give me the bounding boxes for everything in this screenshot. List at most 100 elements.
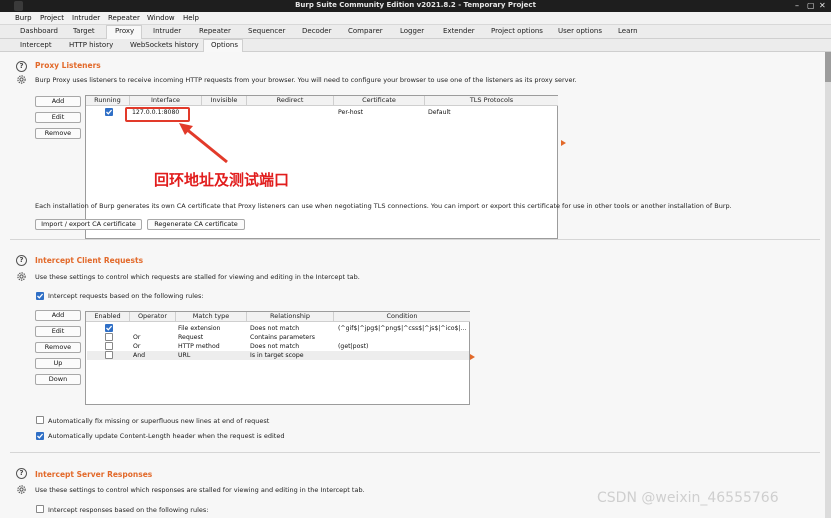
expand-arrow-icon[interactable] — [561, 140, 566, 146]
col-condition[interactable]: Condition — [334, 312, 470, 322]
regenerate-ca-button[interactable]: Regenerate CA certificate — [147, 219, 245, 230]
subtab-websockets-history[interactable]: WebSockets history — [130, 41, 199, 49]
section-title-intercept-client: Intercept Client Requests — [35, 256, 144, 265]
minimize-icon[interactable]: – — [795, 1, 799, 10]
menu-burp[interactable]: Burp — [15, 14, 32, 22]
fix-newlines-label: Automatically fix missing or superfluous… — [48, 417, 270, 425]
move-up-button[interactable]: Up — [35, 358, 81, 369]
maximize-icon[interactable]: ▢ — [807, 1, 815, 10]
remove-listener-button[interactable]: Remove — [35, 128, 81, 139]
help-icon[interactable]: ? — [16, 255, 27, 266]
rule-match-type: File extension — [178, 325, 221, 332]
section-divider — [10, 239, 820, 240]
rule-relationship: Contains parameters — [250, 334, 315, 341]
rule-enabled-checkbox[interactable] — [105, 342, 113, 350]
rule-relationship: Does not match — [250, 343, 300, 350]
col-operator[interactable]: Operator — [130, 312, 176, 322]
main-tab-bar: Dashboard Target Proxy Intruder Repeater… — [0, 25, 831, 39]
rule-operator: Or — [133, 334, 141, 341]
menu-bar: Burp Project Intruder Repeater Window He… — [0, 12, 831, 25]
edit-listener-button[interactable]: Edit — [35, 112, 81, 123]
tab-dashboard[interactable]: Dashboard — [20, 27, 58, 35]
expand-arrow-icon[interactable] — [470, 354, 475, 360]
rule-condition: (get|post) — [338, 343, 369, 350]
options-content: ? Proxy Listeners Burp Proxy uses listen… — [0, 52, 825, 518]
menu-project[interactable]: Project — [40, 14, 64, 22]
annotation-arrow-icon — [179, 123, 228, 164]
tab-logger[interactable]: Logger — [400, 27, 424, 35]
fix-newlines-checkbox[interactable] — [36, 416, 44, 424]
edit-rule-button[interactable]: Edit — [35, 326, 81, 337]
tab-extender[interactable]: Extender — [443, 27, 475, 35]
rule-condition: (^gif$|^jpg$|^png$|^css$|^js$|^ico$|... — [338, 325, 467, 332]
annotation-text: 回环地址及测试端口 — [154, 171, 290, 189]
intercept-rules-table: Enabled Operator Match type Relationship… — [85, 311, 470, 405]
col-interface[interactable]: Interface — [130, 96, 202, 106]
add-rule-button[interactable]: Add — [35, 310, 81, 321]
subtab-http-history[interactable]: HTTP history — [69, 41, 113, 49]
intercept-client-description: Use these settings to control which requ… — [35, 273, 360, 281]
intercept-responses-checkbox[interactable] — [36, 505, 44, 513]
move-down-button[interactable]: Down — [35, 374, 81, 385]
help-icon[interactable]: ? — [16, 468, 27, 479]
update-content-length-checkbox[interactable] — [36, 432, 44, 440]
running-checkbox[interactable] — [105, 108, 113, 116]
gear-icon[interactable] — [16, 271, 27, 282]
rule-relationship: Does not match — [250, 325, 300, 332]
rule-operator: And — [133, 352, 146, 359]
table-row[interactable]: Or Request Contains parameters — [87, 333, 469, 342]
table-row[interactable]: File extension Does not match (^gif$|^jp… — [87, 324, 469, 333]
menu-intruder[interactable]: Intruder — [72, 14, 100, 22]
rule-match-type: HTTP method — [178, 343, 220, 350]
rule-match-type: Request — [178, 334, 204, 341]
intercept-requests-checkbox[interactable] — [36, 292, 44, 300]
tab-intruder[interactable]: Intruder — [153, 27, 181, 35]
add-listener-button[interactable]: Add — [35, 96, 81, 107]
remove-rule-button[interactable]: Remove — [35, 342, 81, 353]
tab-sequencer[interactable]: Sequencer — [248, 27, 285, 35]
col-match-type[interactable]: Match type — [176, 312, 247, 322]
menu-help[interactable]: Help — [183, 14, 199, 22]
tab-repeater[interactable]: Repeater — [199, 27, 231, 35]
col-enabled[interactable]: Enabled — [86, 312, 130, 322]
intercept-responses-label: Intercept responses based on the followi… — [48, 506, 209, 514]
col-relationship[interactable]: Relationship — [247, 312, 334, 322]
rule-relationship: Is in target scope — [250, 352, 304, 359]
col-certificate[interactable]: Certificate — [334, 96, 425, 106]
help-icon[interactable]: ? — [16, 61, 27, 72]
tab-proxy[interactable]: Proxy — [115, 27, 134, 35]
col-running[interactable]: Running — [86, 96, 130, 106]
menu-window[interactable]: Window — [147, 14, 175, 22]
vertical-scrollbar[interactable] — [825, 52, 831, 518]
table-row[interactable]: Or HTTP method Does not match (get|post) — [87, 342, 469, 351]
tab-project-options[interactable]: Project options — [491, 27, 543, 35]
menu-repeater[interactable]: Repeater — [108, 14, 140, 22]
rule-enabled-checkbox[interactable] — [105, 333, 113, 341]
gear-icon[interactable] — [16, 74, 27, 85]
import-export-ca-button[interactable]: Import / export CA certificate — [35, 219, 142, 230]
table-row[interactable]: And URL Is in target scope — [87, 351, 469, 360]
window-titlebar: Burp Suite Community Edition v2021.8.2 -… — [0, 0, 831, 12]
rule-enabled-checkbox[interactable] — [105, 351, 113, 359]
proxy-listeners-description: Burp Proxy uses listeners to receive inc… — [35, 76, 577, 84]
subtab-options[interactable]: Options — [211, 41, 238, 49]
rule-match-type: URL — [178, 352, 191, 359]
close-icon[interactable]: ✕ — [819, 1, 826, 10]
tab-decoder[interactable]: Decoder — [302, 27, 331, 35]
scrollbar-thumb[interactable] — [825, 52, 831, 82]
tab-learn[interactable]: Learn — [618, 27, 638, 35]
tab-target[interactable]: Target — [73, 27, 95, 35]
col-tls-protocols[interactable]: TLS Protocols — [425, 96, 558, 106]
section-title-proxy-listeners: Proxy Listeners — [35, 61, 101, 70]
rule-enabled-checkbox[interactable] — [105, 324, 113, 332]
intercept-server-description: Use these settings to control which resp… — [35, 486, 365, 494]
gear-icon[interactable] — [16, 484, 27, 495]
tab-user-options[interactable]: User options — [558, 27, 602, 35]
subtab-intercept[interactable]: Intercept — [20, 41, 52, 49]
tab-comparer[interactable]: Comparer — [348, 27, 383, 35]
listener-certificate: Per-host — [338, 109, 364, 116]
col-redirect[interactable]: Redirect — [247, 96, 334, 106]
listener-tls: Default — [428, 109, 451, 116]
csdn-watermark: CSDN @weixin_46555766 — [597, 490, 779, 506]
col-invisible[interactable]: Invisible — [202, 96, 247, 106]
